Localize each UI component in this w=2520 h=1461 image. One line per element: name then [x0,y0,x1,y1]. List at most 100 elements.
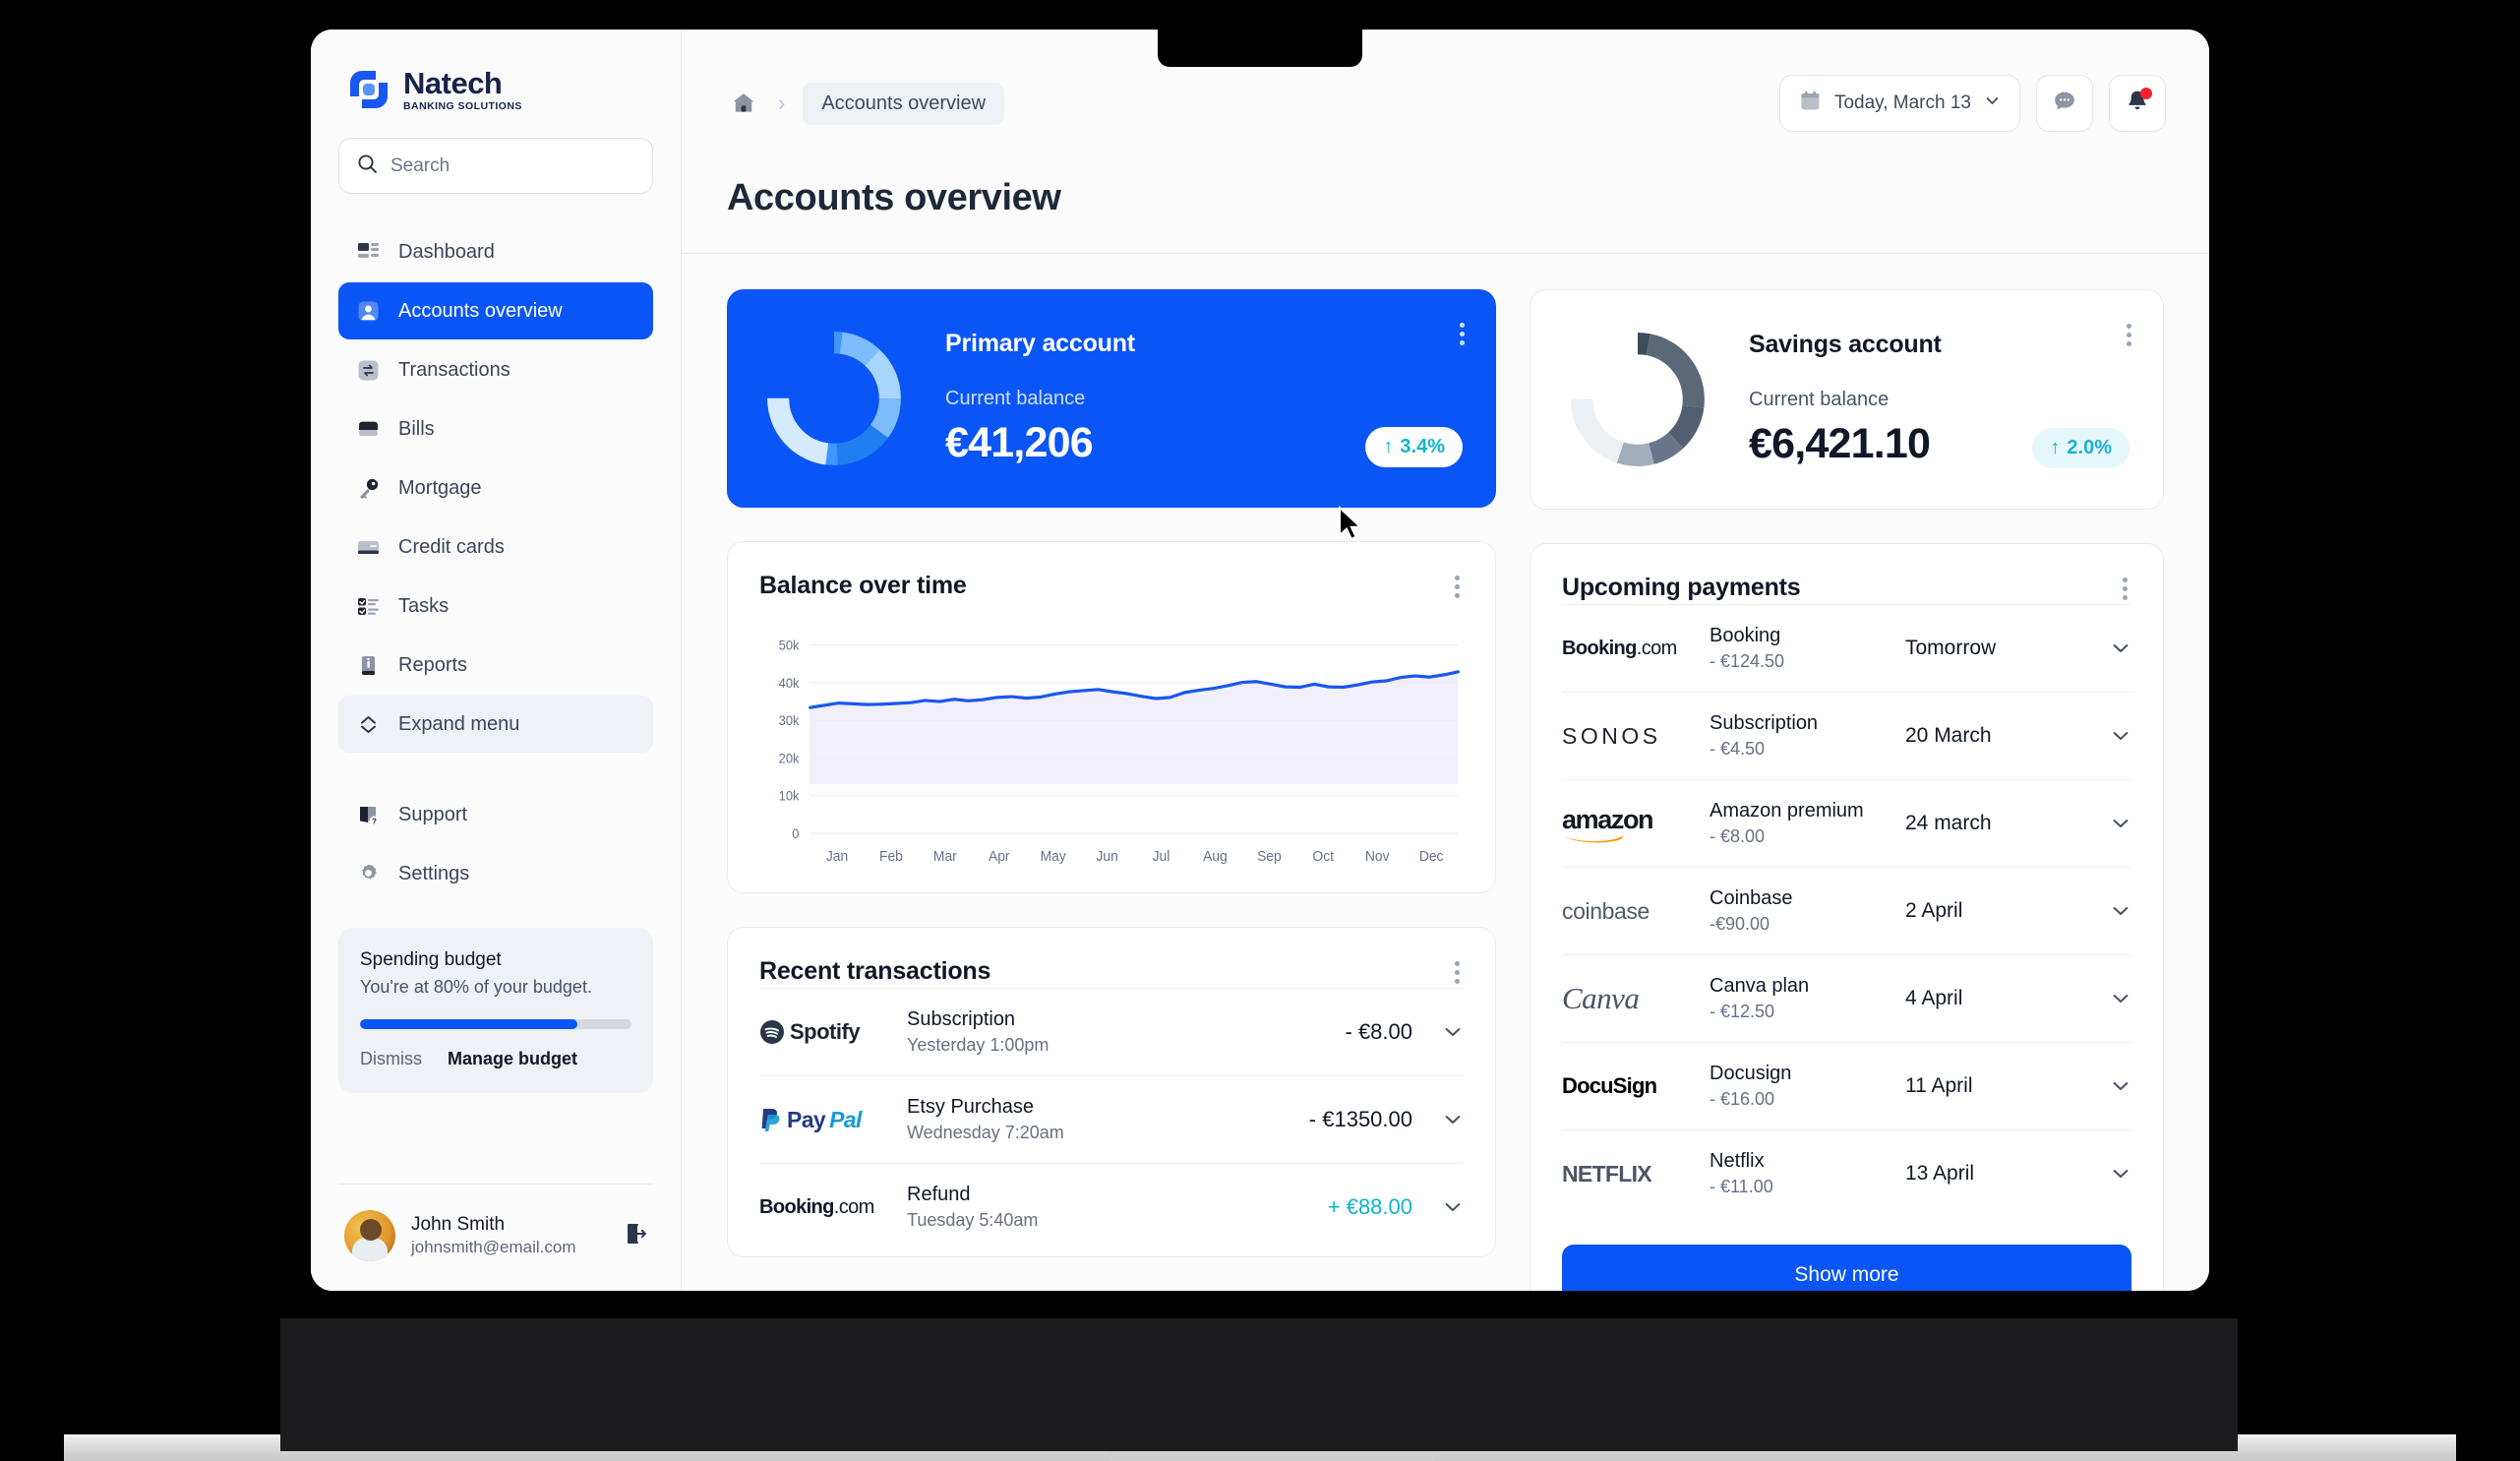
booking-logo: Booking.com [759,1196,874,1218]
notification-badge [2140,88,2152,99]
checklist-icon [355,593,382,620]
payment-date: 2 April [1905,899,1963,922]
manage-budget-button[interactable]: Manage budget [448,1049,577,1069]
gear-icon [355,861,382,887]
account-delta-badge: ↑ 3.4% [1365,426,1463,467]
svg-text:May: May [1041,849,1067,866]
budget-title: Spending budget [360,949,502,970]
payment-row[interactable]: NETFLIX Netflix - €11.00 13 April [1562,1129,2131,1217]
transaction-title: Etsy Purchase [907,1096,1034,1118]
chevron-down-icon[interactable] [2102,1075,2131,1097]
payment-row[interactable]: SONOS Subscription - €4.50 20 March [1562,692,2131,779]
main-content: › Accounts overview Today, March 13 Acco… [682,30,2209,1291]
chevron-down-icon[interactable] [2102,988,2131,1009]
svg-text:Jul: Jul [1153,849,1170,866]
payment-title: Amazon premium [1710,800,1864,822]
payment-row[interactable]: Booking.com Booking - €124.50 Tomorrow [1562,604,2131,692]
user-square-icon [355,298,382,325]
payment-row[interactable]: amazon Amazon premium - €8.00 24 march [1562,779,2131,867]
app-window: Natech BANKING SOLUTIONS Search Dashboar… [311,30,2209,1291]
chevron-down-icon [1984,92,2001,115]
page-title: Accounts overview [727,177,1061,218]
account-name: Savings account [1749,331,1942,359]
balance-line-chart: 0 10k 20k 30k 40k 50k Jan Feb Mar Apr May Jun Jul Aug… [779,638,1461,866]
upcoming-payments-menu-button[interactable] [2119,574,2131,604]
user-email: johnsmith@email.com [411,1238,576,1256]
balance-over-time-card: Balance over time 0 10k 20k 30k 40k 50k Jan Feb… [727,541,1496,893]
payment-amount: - €8.00 [1710,826,1766,846]
coinbase-logo: coinbase [1562,897,1650,924]
sidebar-item-label: Credit cards [398,535,505,558]
breadcrumb-current[interactable]: Accounts overview [803,82,1005,125]
svg-text:Feb: Feb [879,849,903,866]
transaction-date: Wednesday 7:20am [907,1123,1064,1142]
sidebar-item-tasks[interactable]: Tasks [338,578,653,635]
laptop-hinge [280,1318,2238,1451]
chevron-down-icon[interactable] [2102,725,2131,747]
savings-account-menu-button[interactable] [2123,320,2135,350]
account-balance-label: Current balance [1749,389,1890,411]
dismiss-button[interactable]: Dismiss [360,1049,422,1069]
chevron-down-icon[interactable] [1434,1196,1464,1218]
app-logo[interactable]: Natech BANKING SOLUTIONS [338,30,653,138]
transaction-amount: + €88.00 [1327,1194,1412,1219]
chevron-down-icon[interactable] [2102,813,2131,834]
transaction-row[interactable]: Spotify Subscription Yesterday 1:00pm - €8.… [759,988,1464,1075]
svg-text:Sep: Sep [1257,849,1282,866]
home-icon[interactable] [727,87,760,120]
show-more-button[interactable]: Show more [1562,1245,2131,1291]
sidebar-item-expand-menu[interactable]: Expand menu [338,696,653,753]
search-input[interactable] [390,154,634,177]
recent-transactions-menu-button[interactable] [1451,957,1464,988]
payment-row[interactable]: coinbase Coinbase -€90.00 2 April [1562,867,2131,954]
account-name: Primary account [945,330,1135,358]
svg-text:50k: 50k [779,638,800,653]
budget-subtitle: You're at 80% of your budget. [360,977,592,997]
sidebar-item-dashboard[interactable]: Dashboard [338,223,653,280]
sidebar-item-support[interactable]: ? Support [338,786,653,843]
sidebar-item-settings[interactable]: Settings [338,845,653,902]
chevron-down-icon[interactable] [2102,638,2131,659]
svg-text:Aug: Aug [1203,849,1228,866]
user-profile[interactable]: John Smith johnsmith@email.com [338,1184,653,1291]
transaction-row[interactable]: Booking.com Refund Tuesday 5:40am + €88.00 [759,1163,1464,1250]
sidebar-item-credit-cards[interactable]: Credit cards [338,518,653,576]
arrow-up-icon: ↑ [2050,436,2061,458]
primary-account-menu-button[interactable] [1456,319,1469,349]
sonos-logo: SONOS [1562,722,1661,749]
transaction-row[interactable]: Pay Pal Etsy Purchase Wednesday 7:20am - €13… [759,1075,1464,1163]
savings-account-card[interactable]: Savings account Current balance €6,421.1… [1530,289,2164,510]
notifications-button[interactable] [2109,75,2166,132]
chat-bubble-icon [2052,89,2077,119]
messages-button[interactable] [2036,75,2093,132]
sidebar-nav: Dashboard Accounts overview Transactions… [338,223,653,902]
svg-text:?: ? [372,817,377,825]
user-name: John Smith [411,1214,506,1235]
sidebar-item-reports[interactable]: Reports [338,637,653,694]
paypal-logo: Pay Pal [759,1107,885,1133]
sidebar-item-accounts-overview[interactable]: Accounts overview [338,282,653,339]
calendar-icon [1799,90,1822,118]
chevron-down-icon[interactable] [1434,1109,1464,1130]
sidebar-item-transactions[interactable]: Transactions [338,341,653,398]
balance-chart-menu-button[interactable] [1451,572,1464,602]
laptop-mockup: Natech BANKING SOLUTIONS Search Dashboar… [0,0,2520,1461]
payment-amount: - €16.00 [1710,1089,1775,1109]
credit-card-icon [355,534,382,561]
logout-icon[interactable] [624,1222,647,1250]
chevron-down-icon[interactable] [1434,1021,1464,1043]
svg-text:Oct: Oct [1313,849,1335,866]
svg-text:Jun: Jun [1096,849,1117,866]
right-column: Savings account Current balance €6,421.1… [1530,289,2164,1291]
payment-row[interactable]: DocuSign Docusign - €16.00 11 April [1562,1042,2131,1129]
sidebar-item-mortgage[interactable]: Mortgage [338,459,653,517]
sidebar-item-bills[interactable]: Bills [338,400,653,457]
primary-account-card[interactable]: Primary account Current balance €41,206 … [727,289,1496,508]
chevron-down-icon[interactable] [2102,1163,2131,1185]
date-selector[interactable]: Today, March 13 [1778,75,2020,132]
payment-amount: - €124.50 [1710,651,1785,671]
savings-account-donut-chart [1571,333,1705,466]
payment-row[interactable]: Canva Canva plan - €12.50 4 April [1562,954,2131,1042]
search-box[interactable] [338,138,653,194]
chevron-down-icon[interactable] [2102,900,2131,922]
